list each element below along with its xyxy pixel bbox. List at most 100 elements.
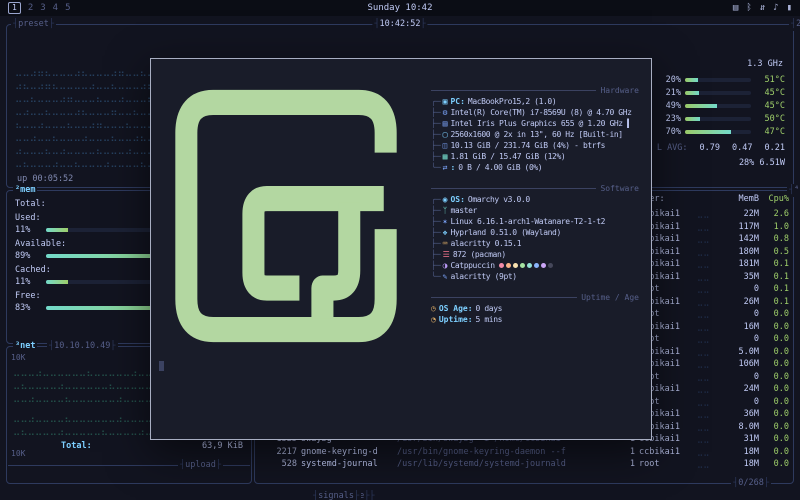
tree-connector: ├─ [431, 261, 441, 270]
theme-color-dot [541, 263, 546, 268]
cpu-power-draw: 28% 6.51W [739, 158, 785, 168]
process-arguments: /usr/bin/gnome-keyring-daemon --f [397, 447, 617, 457]
net-upload-tab[interactable]: upload [178, 459, 223, 472]
update-interval[interactable]: 2000ms [789, 18, 800, 31]
section-gap [431, 282, 639, 290]
process-cpu: 0.0 [763, 347, 789, 357]
grid-icon[interactable]: ▤ [733, 3, 738, 13]
fetch-label: : [450, 163, 455, 172]
workspace-5[interactable]: 5 [65, 3, 70, 13]
footer-hint-signals[interactable]: signals [311, 490, 361, 500]
process-row[interactable]: 528systemd-journal/usr/lib/systemd/syste… [255, 458, 793, 471]
process-cpu-graph [697, 359, 719, 369]
fetch-value: 1.81 GiB / 15.47 GiB (12%) [450, 152, 565, 161]
process-cpu-graph [697, 222, 719, 232]
system-tray: ▤ ᛒ ⇵ ♪ ▮ [733, 3, 792, 13]
fetch-value: 0 days [476, 304, 503, 313]
fetch-value: 2560x1600 @ 2x in 13", 60 Hz [Built-in] [450, 130, 622, 139]
process-pid: 2217 [259, 447, 297, 457]
process-mem: 31M [723, 434, 759, 444]
core-load: 70% [655, 127, 681, 137]
tree-connector: ├─ [431, 228, 441, 237]
fetch-line: ◷OS Age:0 days [431, 303, 639, 314]
core-temp: 51°C [755, 75, 785, 85]
section-gap [431, 325, 639, 333]
top-bar: 12345 Sunday 10:42 ▤ᛒ⇵♪▮ [0, 0, 800, 16]
process-mem: 18M [723, 459, 759, 469]
workspace-2[interactable]: 2 [28, 3, 33, 13]
fetch-line: ├─✶Linux 6.16.1-arch1-Watanare-T2-1-t2 [431, 216, 639, 227]
process-cpu-graph [697, 434, 719, 444]
core-meter-fill [685, 104, 717, 108]
bluetooth-icon[interactable]: ᛒ [746, 3, 751, 13]
process-cpu: 0.5 [763, 247, 789, 257]
battery-icon[interactable]: ▮ [787, 3, 792, 13]
mem-row-percent: 83% [15, 303, 41, 313]
fetch-value: alacritty (9pt) [450, 272, 516, 281]
workspace-switcher: 12345 [8, 2, 71, 14]
theme-color-dot [499, 263, 504, 268]
core-load: 20% [655, 75, 681, 85]
core-temp: 50°C [755, 114, 785, 124]
process-mem: 5.0M [723, 347, 759, 357]
theme-color-dot [548, 263, 553, 268]
fetch-value: 872 (pacman) [453, 250, 506, 259]
fetch-line: ├─❖Hyprland 0.51.0 (Wayland) [431, 227, 639, 238]
fetch-value: 10.13 GiB / 231.74 GiB (4%) - btrfs [450, 141, 605, 150]
process-cpu-graph [697, 272, 719, 282]
tree-connector: ╰─ [431, 163, 441, 172]
theme-color-dot [506, 263, 511, 268]
preset-button[interactable]: preset [11, 18, 56, 31]
process-cpu-graph [697, 372, 719, 382]
workspace-1[interactable]: 1 [8, 2, 21, 14]
cpu-core-list: ⣀⣀20%51°C⣀⣄21%45°C⣠⣀49%45°C⣀⣀23%50°C⣤⣀70… [633, 73, 785, 138]
workspace-4[interactable]: 4 [53, 3, 58, 13]
fetch-line: ├─▦1.81 GiB / 15.47 GiB (12%) [431, 151, 639, 162]
process-cpu: 0.8 [763, 234, 789, 244]
process-cpu: 0.0 [763, 372, 789, 382]
process-cpu-graph [697, 422, 719, 432]
volume-icon[interactable]: ♪ [773, 3, 778, 13]
tree-connector: ├─ [431, 239, 441, 248]
workspace-3[interactable]: 3 [40, 3, 45, 13]
tree-connector: ├─ [431, 250, 441, 259]
process-mem: 22M [723, 209, 759, 219]
tree-connector: ╭─ [431, 97, 441, 106]
fetch-window[interactable]: Hardware╭─▣PC:MacBookPro15,2 (1.0)├─⚙Int… [150, 58, 652, 440]
tree-connector: ├─ [431, 119, 441, 128]
tree-connector: ├─ [431, 130, 441, 139]
tree-connector: ├─ [431, 217, 441, 226]
section-title: Uptime / Age [581, 293, 639, 302]
fetch-line: ├─⚙Intel(R) Core(TM) i7-8569U (8) @ 4.70… [431, 107, 639, 118]
cpu-core-row: ⣀⣀20%51°C [633, 73, 785, 86]
load-average: L AVG: 0.79 0.47 0.21 [657, 143, 785, 153]
theme-color-dot [527, 263, 532, 268]
network-icon[interactable]: ⇵ [760, 3, 765, 13]
swap-icon: ⇄ [443, 163, 448, 172]
net-total: Total: 63,9 KiB [61, 441, 243, 451]
cpu-core-row: ⣤⣀70%47°C [633, 125, 785, 138]
cpu-core-row: ⣠⣀49%45°C [633, 99, 785, 112]
process-cpu-graph [697, 447, 719, 457]
mem-row-percent: 89% [15, 251, 41, 261]
process-threads: 1 [621, 447, 635, 457]
process-user: ccbikai1 [639, 447, 693, 457]
fetch-value: master [450, 206, 477, 215]
process-mem: 18M [723, 447, 759, 457]
cpu-frequency: 1.3 GHz [747, 59, 783, 69]
process-cpu-graph [697, 347, 719, 357]
fetch-label: Uptime: [439, 315, 473, 324]
fetch-value: MacBookPro15,2 (1.0) [468, 97, 556, 106]
process-row[interactable]: 2217gnome-keyring-d/usr/bin/gnome-keyrin… [255, 446, 793, 459]
omarchy-logo [171, 85, 401, 347]
section-divider [431, 188, 596, 189]
process-mem: 180M [723, 247, 759, 257]
process-cpu-graph [697, 459, 719, 469]
section-title: Hardware [600, 86, 639, 95]
core-load: 23% [655, 114, 681, 124]
core-meter-fill [685, 78, 698, 82]
os-age-icon: ◷ [431, 304, 436, 313]
tree-connector: ╭─ [431, 195, 441, 204]
mem-meter-fill [46, 228, 68, 232]
fetch-line: ╰─✎alacritty (9pt) [431, 271, 639, 282]
